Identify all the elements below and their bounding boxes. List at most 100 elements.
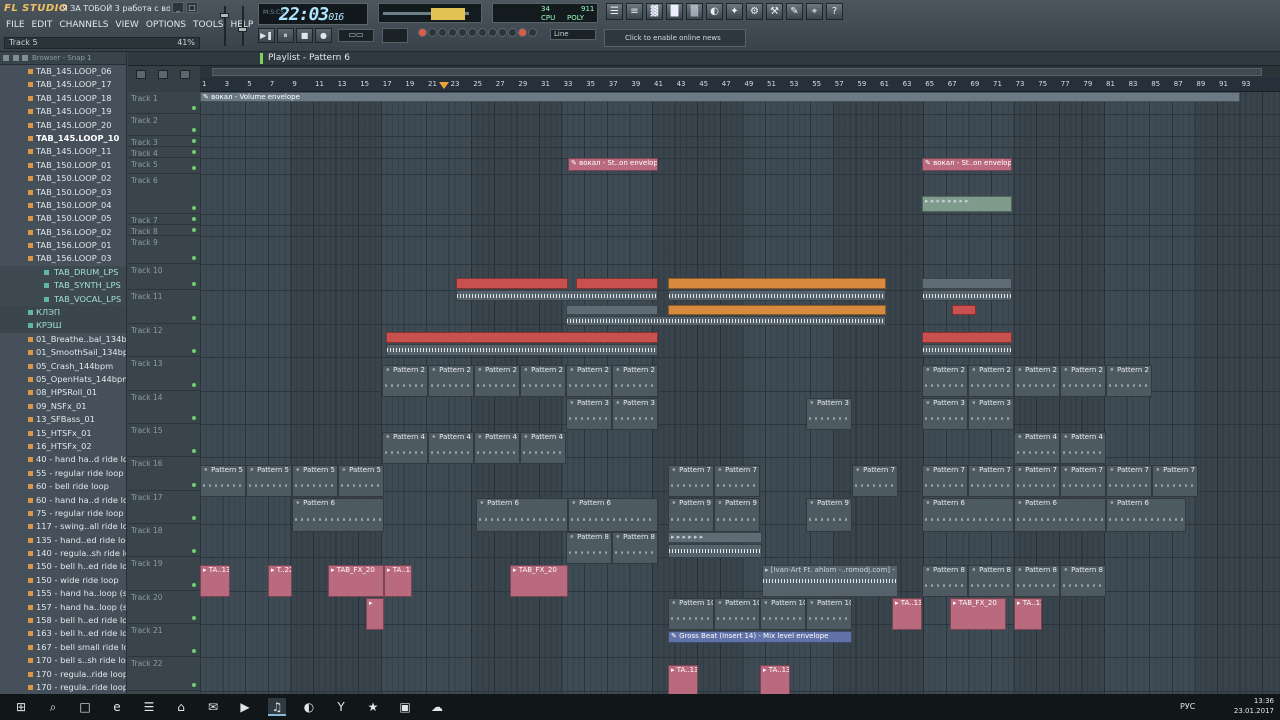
pattern-clip[interactable]: ⚬ Pattern 7	[852, 465, 898, 497]
track-header[interactable]: Track 9	[128, 236, 200, 264]
automation-clip[interactable]: ▸ T..22	[268, 565, 292, 597]
pattern-clip[interactable]: ⚬ Pattern 7	[714, 465, 760, 497]
window-shortcut-icon[interactable]: ⌖	[806, 3, 823, 20]
pattern-clip[interactable]: ⚬ Pattern 7	[668, 465, 714, 497]
pattern-clip[interactable]: ⚬ Pattern 3	[806, 398, 852, 430]
browser-item[interactable]: TAB_156.LOOP_03	[0, 252, 126, 265]
pattern-clip[interactable]: ⚬ Pattern 4	[428, 432, 474, 464]
language-indicator[interactable]: РУС	[1180, 702, 1195, 711]
pattern-clip[interactable]: ⚬ Pattern 3	[922, 398, 968, 430]
track-header[interactable]: Track 22	[128, 657, 200, 691]
track-enable-icon[interactable]	[192, 549, 196, 553]
pattern-clip[interactable]: ⚬ Pattern 3	[968, 398, 1014, 430]
pattern-clip[interactable]: ⚬ Pattern 2	[382, 365, 428, 397]
minimize-icon[interactable]: _	[172, 2, 184, 13]
track-header[interactable]: Track 18	[128, 524, 200, 557]
track-enable-icon[interactable]	[192, 483, 196, 487]
pattern-clip[interactable]: ⚬ Pattern 2	[612, 365, 658, 397]
pattern-clip[interactable]: ⚬ Pattern 8	[1014, 565, 1060, 597]
window-shortcut-icon[interactable]: █	[666, 3, 683, 20]
pattern-clip[interactable]: ⚬ Pattern 8	[1060, 565, 1106, 597]
browser-item[interactable]: 117 - swing..all ride loop	[0, 520, 126, 533]
window-shortcut-icon[interactable]: ≡	[626, 3, 643, 20]
track-enable-icon[interactable]	[192, 383, 196, 387]
pattern-clip[interactable]: ⚬ Pattern 4	[1014, 432, 1060, 464]
browser-item[interactable]: 40 - hand ha..d ride loop	[0, 453, 126, 466]
browser-item[interactable]: 170 - regula..ride loop 2	[0, 668, 126, 681]
browser-item[interactable]: TAB_150.LOOP_02	[0, 172, 126, 185]
window-shortcut-icon[interactable]: ▓	[646, 3, 663, 20]
browser-item[interactable]: 13_SFBass_01	[0, 413, 126, 426]
pattern-clip[interactable]: ⚬ Pattern 7	[1106, 465, 1152, 497]
pattern-clip[interactable]: ⚬ Pattern 2	[922, 365, 968, 397]
pattern-clip[interactable]: ⚬ Pattern 4	[1060, 432, 1106, 464]
pattern-clip[interactable]: ⚬ Pattern 3	[566, 398, 612, 430]
system-clock[interactable]: 13:36 23.01.2017	[1234, 696, 1274, 716]
pattern-clip[interactable]: ⚬ Pattern 6	[476, 498, 568, 532]
pattern-clip[interactable]: ⚬ Pattern 6	[568, 498, 658, 532]
browser-item[interactable]: 163 - bell h..ed ride loop	[0, 627, 126, 640]
pattern-clip[interactable]: ⚬ Pattern 7	[1152, 465, 1198, 497]
track-header[interactable]: Track 19	[128, 557, 200, 591]
app-icon[interactable]: ☁	[428, 698, 446, 716]
audio-clip[interactable]	[668, 544, 762, 558]
track-header[interactable]: Track 17	[128, 491, 200, 524]
pattern-clip[interactable]: ⚬ Pattern 9	[714, 498, 760, 532]
browser-item[interactable]: TAB_145.LOOP_10	[0, 132, 126, 145]
track-enable-icon[interactable]	[192, 206, 196, 210]
pattern-clip[interactable]: ⚬ Pattern 5	[338, 465, 384, 497]
pattern-clip[interactable]: ⚬ Pattern 3	[612, 398, 658, 430]
option-icon[interactable]	[428, 28, 437, 37]
window-shortcut-icon[interactable]: ◐	[706, 3, 723, 20]
audio-clip[interactable]	[576, 278, 658, 289]
pattern-clip[interactable]: ⚬ Pattern 7	[968, 465, 1014, 497]
mail-icon[interactable]: ✉	[204, 698, 222, 716]
play-pause-button[interactable]: ▶❚	[258, 28, 275, 43]
track-enable-icon[interactable]	[192, 217, 196, 221]
track-header[interactable]: Track 16	[128, 457, 200, 491]
window-shortcut-icon[interactable]: ?	[826, 3, 843, 20]
audio-clip[interactable]	[386, 332, 658, 343]
browser-item[interactable]: TAB_150.LOOP_03	[0, 186, 126, 199]
track-enable-icon[interactable]	[192, 282, 196, 286]
horizontal-scrollbar[interactable]	[200, 66, 1280, 78]
pattern-selector[interactable]: ▭▭	[338, 29, 374, 42]
audio-clip[interactable]	[668, 305, 886, 315]
option-icon[interactable]	[488, 28, 497, 37]
arrangement-grid[interactable]: ✎ вокал - Volume envelope ✎ вокал - St..…	[200, 92, 1280, 694]
track-header[interactable]: Track 1	[128, 92, 200, 114]
menu-icon[interactable]	[3, 55, 9, 61]
audio-clip[interactable]: ▸ ▸ ▸ ▸ ▸ ▸ ▸ ▸	[922, 196, 1012, 212]
browser-item[interactable]: 158 - bell h..ed ride loop	[0, 614, 126, 627]
option-icon[interactable]	[508, 28, 517, 37]
option-icon[interactable]	[438, 28, 447, 37]
automation-clip[interactable]: ▸ TA..13	[668, 665, 698, 694]
track-header[interactable]: Track 15	[128, 424, 200, 457]
track-header[interactable]: Track 14	[128, 391, 200, 424]
pattern-clip[interactable]: ⚬ Pattern 10	[760, 598, 806, 630]
menu-edit[interactable]: EDIT	[32, 20, 53, 30]
pattern-clip[interactable]: ⚬ Pattern 4	[382, 432, 428, 464]
draw-tool-icon[interactable]	[136, 70, 146, 79]
maximize-icon[interactable]: □	[186, 2, 198, 13]
track-enable-icon[interactable]	[192, 449, 196, 453]
pattern-clip[interactable]: ⚬ Pattern 4	[520, 432, 566, 464]
track-enable-icon[interactable]	[192, 583, 196, 587]
browser-item[interactable]: КЛЭП	[0, 306, 126, 320]
pattern-clip[interactable]: ⚬ Pattern 6	[922, 498, 1014, 532]
browser-item[interactable]: 01_Breathe..bal_134bpm	[0, 333, 126, 346]
explorer-icon[interactable]: ☰	[140, 698, 158, 716]
browser-item[interactable]: TAB_145.LOOP_11	[0, 145, 126, 158]
browser-item[interactable]: 16_HTSFx_02	[0, 440, 126, 453]
app-icon[interactable]: ★	[364, 698, 382, 716]
pattern-clip[interactable]: ⚬ Pattern 8	[566, 532, 612, 564]
browser-item[interactable]: 08_HPSRoll_01	[0, 386, 126, 399]
search-icon[interactable]: ⌕	[44, 698, 62, 716]
window-shortcut-icon[interactable]: ⚙	[746, 3, 763, 20]
browser-item[interactable]: 55 - regular ride loop	[0, 467, 126, 480]
record-icon[interactable]	[418, 28, 427, 37]
pattern-clip[interactable]: ⚬ Pattern 6	[1014, 498, 1106, 532]
automation-clip[interactable]: ▸ TAB_FX_20	[510, 565, 568, 597]
stop-button[interactable]: ■	[296, 28, 313, 43]
browser-item[interactable]: TAB_DRUM_LPS	[0, 265, 126, 280]
